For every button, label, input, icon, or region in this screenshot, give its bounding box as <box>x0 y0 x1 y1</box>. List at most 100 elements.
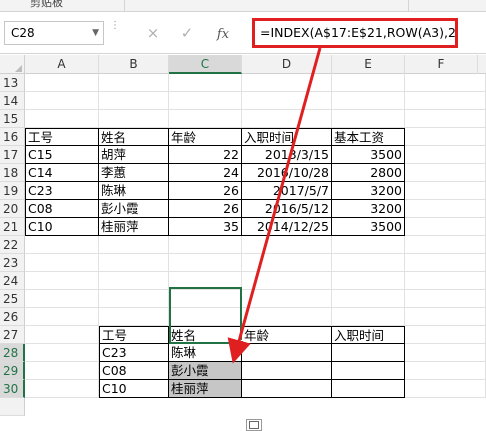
cell[interactable]: 3500 <box>332 146 405 164</box>
cell[interactable] <box>242 344 332 362</box>
cell[interactable] <box>242 272 332 290</box>
header-cell-hire-date[interactable]: 入职时间 <box>332 326 405 344</box>
cell[interactable] <box>405 218 486 236</box>
row-header[interactable]: 22 <box>0 236 25 254</box>
cell[interactable]: 2013/3/15 <box>242 146 332 164</box>
cell[interactable] <box>332 308 405 326</box>
cell[interactable] <box>405 164 486 182</box>
cell[interactable] <box>332 380 405 398</box>
row-header[interactable]: 20 <box>0 200 25 218</box>
cell[interactable]: 胡萍 <box>99 146 169 164</box>
cell[interactable]: C10 <box>99 380 169 398</box>
cell[interactable] <box>332 74 405 92</box>
cell[interactable] <box>99 254 169 272</box>
cell[interactable] <box>25 362 99 380</box>
cell[interactable]: 35 <box>169 218 242 236</box>
cell[interactable] <box>332 236 405 254</box>
row-header[interactable]: 21 <box>0 218 25 236</box>
row-header[interactable]: 23 <box>0 254 25 272</box>
quick-analysis-button[interactable] <box>246 419 262 431</box>
cell[interactable]: 彭小霞 <box>99 200 169 218</box>
cell[interactable] <box>242 362 332 380</box>
cell[interactable] <box>242 92 332 110</box>
row-header[interactable]: 17 <box>0 146 25 164</box>
cell[interactable] <box>405 362 486 380</box>
selected-cell[interactable]: 彭小霞 <box>169 362 242 380</box>
cell[interactable] <box>332 92 405 110</box>
row-header[interactable]: 30 <box>0 380 25 398</box>
cell[interactable] <box>242 308 332 326</box>
cell[interactable] <box>25 290 99 308</box>
cell[interactable] <box>332 254 405 272</box>
cell[interactable]: 陈琳 <box>99 182 169 200</box>
cell[interactable] <box>332 272 405 290</box>
column-header-c[interactable]: C <box>169 55 242 74</box>
cell[interactable] <box>405 74 486 92</box>
cell[interactable] <box>405 110 486 128</box>
cell[interactable] <box>25 110 99 128</box>
cell[interactable] <box>169 272 242 290</box>
cell[interactable] <box>99 74 169 92</box>
formula-input[interactable]: =INDEX(A$17:E$21,ROW(A3),2) <box>252 18 458 48</box>
cell[interactable]: 26 <box>169 200 242 218</box>
header-cell-id[interactable]: 工号 <box>25 128 99 146</box>
cell[interactable] <box>332 344 405 362</box>
chevron-down-icon[interactable]: ▼ <box>92 22 99 44</box>
row-header[interactable] <box>0 398 25 416</box>
cell[interactable] <box>332 290 405 308</box>
cell[interactable] <box>405 92 486 110</box>
header-cell-id[interactable]: 工号 <box>99 326 169 344</box>
cell[interactable] <box>405 200 486 218</box>
cell[interactable] <box>25 380 99 398</box>
cell[interactable] <box>99 110 169 128</box>
cell[interactable]: 李蕙 <box>99 164 169 182</box>
cell[interactable] <box>25 92 99 110</box>
cell[interactable] <box>169 92 242 110</box>
cell[interactable]: 2017/5/7 <box>242 182 332 200</box>
cell[interactable] <box>169 74 242 92</box>
cell[interactable] <box>25 236 99 254</box>
column-header-b[interactable]: B <box>99 55 169 74</box>
header-cell-age[interactable]: 年龄 <box>242 326 332 344</box>
cell[interactable]: 2016/5/12 <box>242 200 332 218</box>
active-cell[interactable]: 陈琳 <box>169 344 242 362</box>
header-cell-hire-date[interactable]: 入职时间 <box>242 128 332 146</box>
row-header[interactable]: 26 <box>0 308 25 326</box>
column-header-f[interactable]: F <box>405 55 478 74</box>
cell[interactable] <box>169 110 242 128</box>
column-header-d[interactable]: D <box>242 55 332 74</box>
row-header[interactable]: 24 <box>0 272 25 290</box>
cell[interactable] <box>99 290 169 308</box>
cell[interactable]: C14 <box>25 164 99 182</box>
cell[interactable] <box>405 326 486 344</box>
cell[interactable] <box>169 308 242 326</box>
header-cell-name[interactable]: 姓名 <box>169 326 242 344</box>
cell[interactable] <box>242 236 332 254</box>
cell[interactable]: C10 <box>25 218 99 236</box>
cell[interactable]: C23 <box>25 182 99 200</box>
header-cell-age[interactable]: 年龄 <box>169 128 242 146</box>
insert-function-button[interactable]: fx <box>210 21 236 45</box>
row-header[interactable]: 27 <box>0 326 25 344</box>
cell[interactable] <box>405 308 486 326</box>
cell[interactable] <box>99 92 169 110</box>
cell[interactable] <box>25 308 99 326</box>
cell[interactable]: C08 <box>25 200 99 218</box>
header-cell-salary[interactable]: 基本工资 <box>332 128 405 146</box>
cell[interactable] <box>405 236 486 254</box>
select-all-button[interactable] <box>0 55 25 74</box>
cell[interactable] <box>332 362 405 380</box>
cell[interactable] <box>405 146 486 164</box>
enter-button[interactable]: ✓ <box>174 21 200 45</box>
cell[interactable] <box>25 74 99 92</box>
cell[interactable]: 22 <box>169 146 242 164</box>
cell[interactable] <box>242 254 332 272</box>
header-cell-name[interactable]: 姓名 <box>99 128 169 146</box>
row-header[interactable]: 14 <box>0 92 25 110</box>
row-header[interactable]: 16 <box>0 128 25 146</box>
row-header[interactable]: 15 <box>0 110 25 128</box>
cell[interactable] <box>242 74 332 92</box>
cell[interactable] <box>99 308 169 326</box>
cancel-button[interactable]: × <box>140 21 166 45</box>
cell[interactable]: 26 <box>169 182 242 200</box>
